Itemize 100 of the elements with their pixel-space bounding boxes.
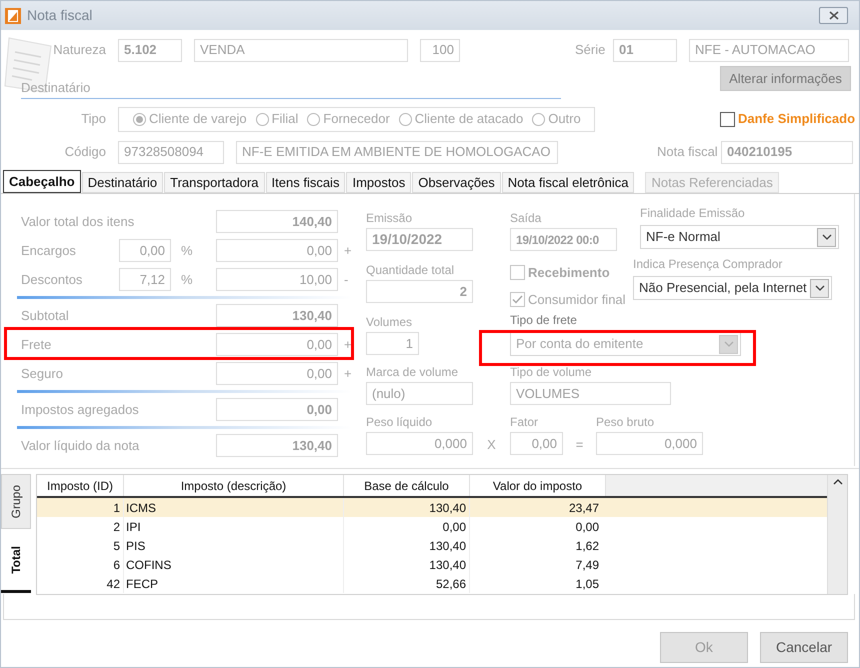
dropdown[interactable]: Por conta do emitente <box>510 332 741 356</box>
field-label: Outro <box>548 110 581 128</box>
field-label: Valor total dos itens <box>21 214 134 229</box>
input-field[interactable]: 0,00 <box>216 239 338 262</box>
window-title: Nota fiscal <box>27 6 92 25</box>
tab[interactable]: Itens fiscais <box>266 172 346 193</box>
chevron-icon <box>817 228 836 246</box>
tab[interactable]: Observações <box>412 172 501 193</box>
table-cell-text: 1,62 <box>574 538 600 555</box>
field-label: Fornecedor <box>323 110 390 128</box>
checkbox[interactable] <box>720 112 735 126</box>
column-header[interactable]: Base de cálculo <box>344 475 470 496</box>
radio-button[interactable] <box>133 112 146 126</box>
input-field[interactable]: 19/10/2022 00:0 <box>510 228 617 251</box>
field-label: Saída <box>510 210 542 227</box>
checkbox-label: Danfe Simplificado <box>738 110 856 128</box>
times-sign: X <box>486 436 497 454</box>
table-row[interactable]: 1 ICMS 130,40 23,47 <box>37 498 827 517</box>
input-field[interactable]: 140,40 <box>216 210 338 233</box>
input-field[interactable]: NFE - AUTOMACAO <box>689 38 849 62</box>
sign: + <box>344 242 352 260</box>
field-label: Quantidade total <box>366 262 456 279</box>
radio-button[interactable] <box>307 112 320 126</box>
table-cell-text: 0,00 <box>574 519 600 536</box>
input-field[interactable]: 1 <box>366 332 419 355</box>
input-field[interactable]: 97328508094 <box>118 140 224 164</box>
percent-sign: % <box>180 242 194 260</box>
input-field[interactable]: 0,00 <box>119 239 171 262</box>
input-field[interactable]: 130,40 <box>216 434 338 457</box>
input-field[interactable]: 7,12 <box>119 268 171 291</box>
field-label: Encargos <box>21 242 76 258</box>
field-label: Nota fiscal <box>657 144 718 160</box>
percent-sign: % <box>180 270 194 289</box>
field-label: Frete <box>21 336 52 352</box>
field-label: Peso líquido <box>366 414 434 431</box>
close-icon <box>828 11 838 20</box>
field-label: Destinatário <box>21 80 90 95</box>
input-field[interactable]: VENDA <box>194 38 408 62</box>
input-field[interactable]: 2 <box>366 280 473 303</box>
chevron-icon <box>719 334 738 354</box>
field-label: Tipo <box>81 111 106 126</box>
dialog-button[interactable]: Cancelar <box>760 632 848 663</box>
tab[interactable]: Destinatário <box>82 172 164 193</box>
field-label: Tipo de volume <box>510 364 593 381</box>
field-label: Descontos <box>21 272 82 287</box>
field-label: Subtotal <box>21 308 69 323</box>
input-field[interactable]: 19/10/2022 <box>366 228 473 251</box>
field-label: Natureza <box>53 42 106 58</box>
field-label: Emissão <box>366 210 414 227</box>
field-label: Série <box>575 42 606 58</box>
input-field[interactable]: NF-E EMITIDA EM AMBIENTE DE HOMOLOGACAO <box>236 140 558 164</box>
field-label: Impostos agregados <box>21 402 139 417</box>
app-icon <box>4 6 22 24</box>
dropdown[interactable]: NF-e Normal <box>640 225 839 249</box>
input-field[interactable]: 130,40 <box>216 304 338 327</box>
input-field[interactable]: 0,00 <box>216 398 338 421</box>
field-label: Marca de volume <box>366 364 460 381</box>
field-label: Cliente de varejo <box>149 110 247 128</box>
input-field[interactable]: 01 <box>613 38 677 62</box>
scroll-up-icon <box>832 479 842 485</box>
input-field[interactable]: 5.102 <box>118 38 182 62</box>
table-cell-text: 7,49 <box>574 557 600 574</box>
close-button[interactable] <box>819 7 848 24</box>
equals-sign: = <box>574 436 584 454</box>
checkbox-label: Consumidor final <box>528 290 626 308</box>
table-cell: FECP <box>124 574 344 593</box>
tab[interactable]: Nota fiscal eletrônica <box>502 172 634 193</box>
scrollbar[interactable] <box>827 475 847 594</box>
input-field[interactable]: (nulo) <box>366 382 473 405</box>
input-field[interactable]: VOLUMES <box>510 382 671 405</box>
radio-button[interactable] <box>532 112 546 126</box>
side-tab[interactable]: Grupo <box>1 474 31 529</box>
field-label: Tipo de frete <box>510 312 578 329</box>
field-label: Valor líquido da nota <box>21 438 140 453</box>
table-cell-text: 23,47 <box>568 500 600 517</box>
radio-button[interactable] <box>256 112 269 126</box>
column-header[interactable]: Imposto (ID) <box>37 475 124 496</box>
column-header[interactable]: Imposto (descrição) <box>124 475 344 496</box>
field-label: Código <box>64 144 106 160</box>
checkbox[interactable] <box>510 292 525 307</box>
chevron-icon <box>810 278 829 298</box>
input-field[interactable]: 040210195 <box>721 140 853 164</box>
input-field[interactable]: 0,00 <box>216 333 338 356</box>
field-label: Indica Presença Comprador <box>633 256 784 273</box>
input-field[interactable]: 10,00 <box>216 268 338 291</box>
sign: + <box>344 364 352 383</box>
input-field[interactable]: 0,00 <box>510 432 563 455</box>
tab[interactable]: Cabeçalho <box>3 170 81 193</box>
dropdown[interactable]: Não Presencial, pela Internet <box>633 276 832 300</box>
table-cell: 42 <box>37 574 124 593</box>
input-field[interactable]: 0,000 <box>366 432 473 455</box>
input-field[interactable]: 0,000 <box>596 432 703 455</box>
table-cell-text: 1,05 <box>574 576 600 593</box>
tab[interactable]: Impostos <box>346 172 412 193</box>
radio-button[interactable] <box>398 112 412 126</box>
input-field[interactable]: 0,00 <box>216 362 338 385</box>
input-field[interactable]: 100 <box>420 38 460 62</box>
sign: + <box>344 336 352 354</box>
tab[interactable]: Transportadora <box>164 172 265 193</box>
checkbox[interactable] <box>510 265 525 280</box>
